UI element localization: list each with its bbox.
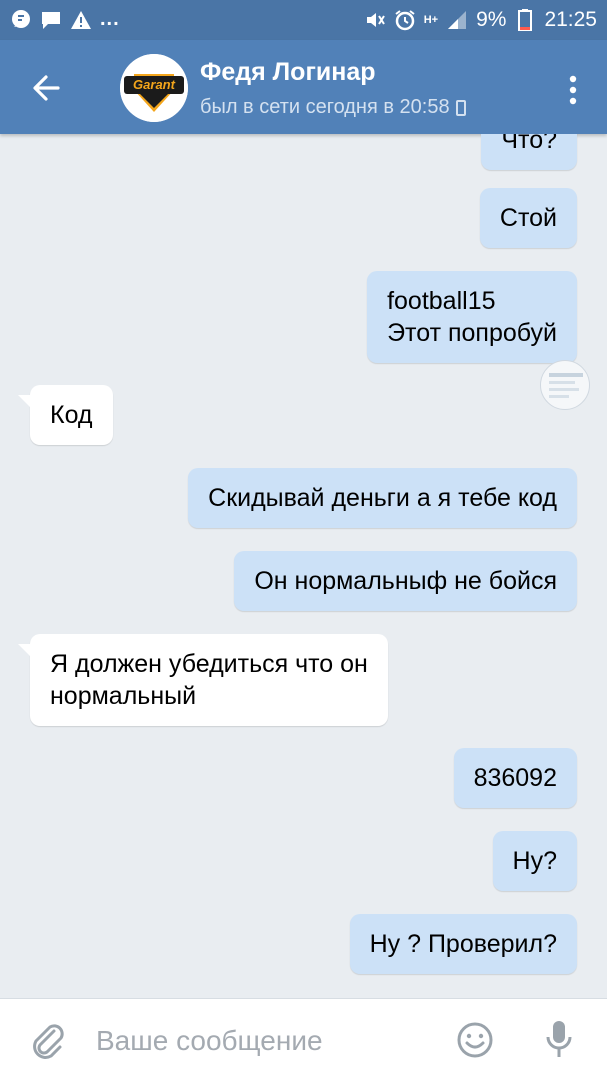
more-notifications: ... [100, 8, 120, 30]
message-outgoing[interactable]: Стой [479, 188, 577, 248]
clock: 21:25 [544, 8, 597, 31]
battery-icon [514, 9, 536, 31]
conversation-header: Garant Федя Логинар был в сети сегодня в… [0, 40, 607, 134]
message-notification-icon [40, 9, 62, 31]
back-arrow-icon[interactable] [28, 70, 64, 106]
microphone-icon[interactable] [544, 1019, 574, 1061]
read-receipt-avatar [540, 360, 590, 410]
status-bar: ... H+ 9% 21:25 [0, 0, 607, 40]
mobile-icon [455, 99, 466, 116]
message-incoming[interactable]: Я должен убедиться что он нормальный [18, 634, 388, 726]
avatar-logo-text: Garant [133, 77, 175, 92]
emoji-icon[interactable] [456, 1021, 494, 1059]
chat-notification-icon [10, 9, 32, 31]
message-outgoing[interactable]: Что? [481, 134, 577, 170]
network-type: H+ [423, 14, 439, 26]
battery-percent: 9% [476, 8, 507, 31]
warning-icon [70, 9, 92, 31]
alarm-icon [394, 9, 416, 31]
signal-icon [446, 9, 468, 31]
message-outgoing[interactable]: Ну? [492, 831, 577, 891]
message-outgoing[interactable]: Он нормальныф не бойся [234, 551, 577, 611]
message-outgoing[interactable]: Скидывай деньги а я тебе код [188, 468, 577, 528]
more-menu-icon[interactable] [563, 72, 583, 108]
message-outgoing[interactable]: football15 Этот попробуй [367, 271, 577, 363]
mute-icon [364, 9, 386, 31]
message-outgoing[interactable]: Ну ? Проверил? [349, 914, 577, 974]
message-outgoing[interactable]: 836092 [453, 748, 577, 808]
last-seen-text: был в сети сегодня в 20:58 [200, 96, 450, 118]
message-input[interactable]: Ваше сообщение [96, 1025, 323, 1057]
message-composer: Ваше сообщение [0, 998, 607, 1080]
contact-name[interactable]: Федя Логинар [200, 58, 376, 87]
message-list[interactable]: Что? Стой football15 Этот попробуй Код С… [0, 134, 607, 998]
message-incoming[interactable]: Код [18, 385, 113, 445]
avatar[interactable]: Garant [120, 54, 188, 122]
last-seen-status: был в сети сегодня в 20:58 [200, 96, 466, 119]
attach-icon[interactable] [30, 1021, 66, 1061]
